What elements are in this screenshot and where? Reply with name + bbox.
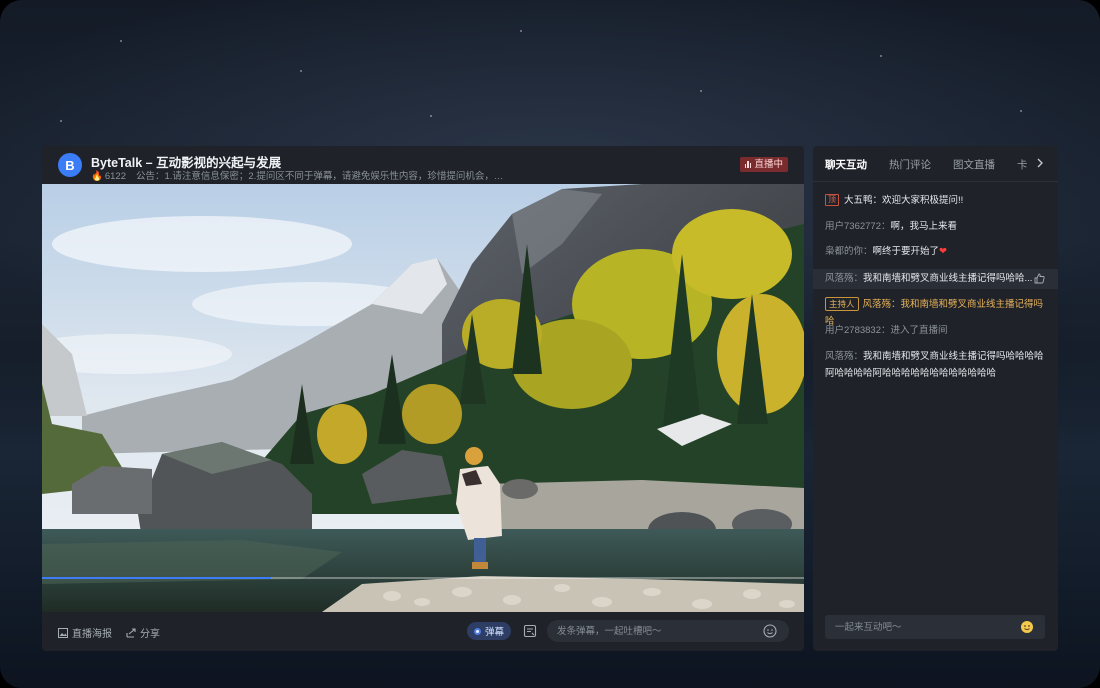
host-tag: 主持人 [825,297,859,311]
stream-subline: 🔥 6122 公告：1.请注意信息保密；2.提问区不同于弹幕，请避免娱乐性内容，珍惜… [91,168,511,182]
share-label: 分享 [140,629,160,640]
chat-message-hovered[interactable]: 风落殇：我和南墙和劈叉商业线主播记得吗哈哈... [813,269,1058,289]
danmu-input[interactable] [547,620,789,642]
message-author: 用户7362772： [825,221,891,232]
message-author: 枭都的你： [825,246,873,257]
app-window: B ByteTalk – 互动影视的兴起与发展 🔥 6122 公告：1.请注意信息保… [0,0,1100,688]
tab-hot-comments[interactable]: 热门评论 [889,157,931,172]
chat-message-pinned: 顶大五鸭：欢迎大家积极提问!! [825,192,1051,209]
chat-input[interactable] [825,615,1045,639]
video-progress-fill [42,577,271,579]
message-author: 风落殇： [825,351,864,362]
live-player: B ByteTalk – 互动影视的兴起与发展 🔥 6122 公告：1.请注意信息保… [42,146,804,651]
toggle-dot-icon [474,627,481,635]
emoji-icon[interactable] [1020,620,1034,634]
message-author: 用户2783832： [825,325,891,336]
share-button[interactable]: 分享 [126,625,160,640]
message-text: 啊终于要开始了 [872,246,940,257]
chat-message: 枭都的你：啊终于要开始了❤ [825,243,1051,260]
chat-tabs: 聊天互动 热门评论 图文直播 卡 [813,146,1058,182]
live-status-label: 直播中 [754,159,783,170]
message-author: 风落殇： [825,273,864,284]
image-icon [58,627,68,638]
heart-emoji: ❤ [939,246,947,257]
chat-message-system: 用户2783832：进入了直播间 [825,322,1051,339]
tab-card[interactable]: 卡 [1017,157,1028,172]
live-bars-icon [744,161,752,168]
tab-photo-live[interactable]: 图文直播 [953,157,995,172]
poster-button[interactable]: 直播海报 [58,625,112,640]
emoji-icon[interactable] [763,624,777,638]
pin-tag: 顶 [825,194,839,206]
thumbs-up-icon[interactable] [1034,273,1045,284]
danmu-label: 弹幕 [485,627,505,638]
share-icon [126,627,136,638]
video-progress-bar[interactable] [42,577,804,579]
video-area[interactable] [42,184,804,612]
tab-chat[interactable]: 聊天互动 [825,157,867,172]
message-text: 啊，我马上来看 [890,221,957,232]
message-author: 大五鸭： [844,195,883,206]
poster-label: 直播海报 [72,629,112,640]
player-header: B ByteTalk – 互动影视的兴起与发展 🔥 6122 公告：1.请注意信息保… [42,146,804,184]
player-footer: 直播海报 分享 弹幕 [42,612,804,651]
viewer-count: 6122 [104,171,126,182]
chat-panel: 聊天互动 热门评论 图文直播 卡 顶大五鸭：欢迎大家积极提问!! 用户73627… [813,146,1058,651]
live-status-badge: 直播中 [739,157,788,172]
danmu-toggle[interactable]: 弹幕 [467,622,512,640]
announcement-text: 公告：1.请注意信息保密；2.提问区不同于弹幕，请避免娱乐性内容，珍惜提问机会，… [135,171,511,182]
chat-message: 风落殇：我和南墙和劈叉商业线主播记得吗哈哈哈哈阿哈哈哈哈阿哈哈哈哈哈哈哈哈哈哈哈… [825,348,1047,382]
message-text: 我和南墙和劈叉商业线主播记得吗哈哈... [863,273,1033,284]
message-author: 风落殇： [862,299,901,310]
chevron-right-icon[interactable] [1036,158,1044,168]
video-frame [42,184,804,612]
fire-icon: 🔥 [91,171,103,182]
message-text: 进入了直播间 [890,325,948,336]
host-avatar[interactable]: B [58,153,82,177]
danmu-settings-icon[interactable] [523,624,537,638]
message-text: 欢迎大家积极提问!! [882,195,964,206]
chat-message: 用户7362772：啊，我马上来看 [825,218,1051,235]
